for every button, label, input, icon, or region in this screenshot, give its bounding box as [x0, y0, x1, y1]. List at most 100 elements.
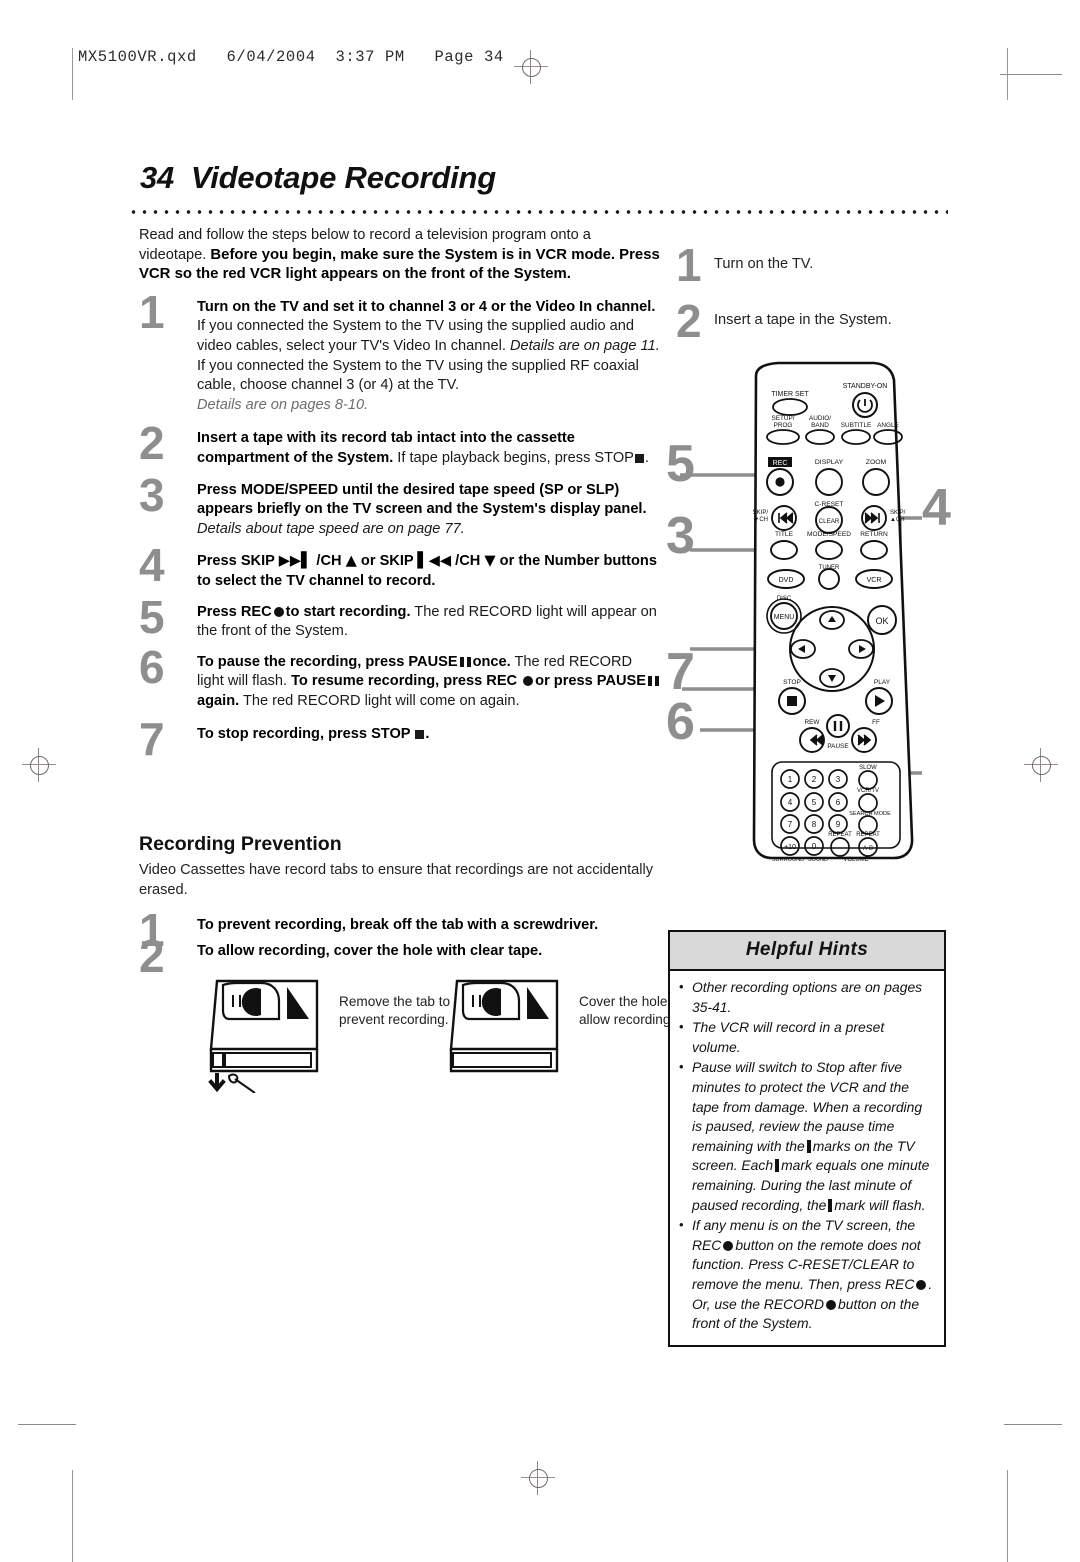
- title-dotted-rule: [128, 208, 948, 216]
- label-pause: PAUSE: [827, 743, 848, 750]
- label-tuner: TUNER: [819, 565, 840, 571]
- stop-icon: [634, 453, 644, 463]
- prevention-step-1: 1 To prevent recording, break off the ta…: [139, 907, 661, 953]
- step-4-bold-b: /CH: [316, 553, 342, 570]
- recording-prevention-body: Video Cassettes have record tabs to ensu…: [139, 862, 654, 898]
- label-timer-set: TIMER SET: [771, 391, 809, 398]
- label-prog: PROG: [774, 422, 793, 429]
- label-audio: AUDIO/: [809, 415, 831, 422]
- main-column: Read and follow the steps below to recor…: [139, 226, 683, 1094]
- skip-forward-icon: ▶▶▌: [278, 552, 313, 570]
- label-mode-speed: MODE/SPEED: [807, 531, 851, 538]
- pause-icon: [459, 656, 471, 667]
- side-column: 1 Turn on the TV. 2 Insert a tape in the…: [676, 242, 948, 356]
- label-title: TITLE: [775, 531, 794, 538]
- hint-item-4: If any menu is on the TV screen, the REC…: [678, 1215, 934, 1334]
- step-4-bold-a: Press SKIP: [197, 553, 275, 570]
- label-num-0: 0: [812, 842, 817, 851]
- step-6-bold-e: again.: [197, 692, 240, 709]
- step-1-italic: Details are on page 11.: [509, 337, 660, 354]
- remote-control-svg: STANDBY-ON TIMER SET SETUP/ PROG AUDIO/ …: [680, 361, 922, 863]
- step-1-bold: Turn on the TV and set it to channel 3 o…: [197, 298, 656, 315]
- recording-prevention-heading: Recording Prevention: [139, 833, 342, 856]
- skip-back-icon: ▌◀◀: [417, 552, 452, 570]
- step-2-text: Insert a tape with its record tab intact…: [197, 430, 649, 466]
- label-ff: FF: [872, 719, 880, 726]
- pause-icon-2: [648, 676, 659, 687]
- pause-bar-mark-icon: [806, 1139, 811, 1153]
- step-4-text: Press SKIP ▶▶▌ /CH ▲ or SKIP ▌◀◀ /CH ▼ o…: [197, 551, 661, 591]
- label-surround: SURROUND: [772, 857, 804, 863]
- manual-page: MX5100VR.qxd 6/04/2004 3:37 PM Page 34 3…: [0, 0, 1080, 1562]
- registration-mark-right: [1024, 748, 1058, 782]
- label-num-1: 1: [788, 775, 793, 784]
- step-2: 2 Insert a tape with its record tab inta…: [139, 420, 661, 468]
- rec-dot-hint-icon-2: [916, 1279, 927, 1290]
- crop-mark-bottom-left-h: [18, 1424, 76, 1425]
- step-4-bold-c: or SKIP: [360, 553, 414, 570]
- recording-prevention-section: Recording Prevention Video Cassettes hav…: [139, 833, 683, 1094]
- step-7: 7 To stop recording, press STOP .: [139, 716, 661, 762]
- channel-up-icon: ▲: [345, 552, 357, 570]
- page-title-text: Videotape Recording: [190, 160, 497, 195]
- step-7-number: 7: [139, 713, 165, 766]
- cassette-figures: Remove the tab to prevent recording. Cov…: [139, 975, 683, 1094]
- label-vcr-tv: VCR/TV: [857, 788, 879, 794]
- page-title: 34 Videotape Recording: [140, 160, 496, 196]
- hint-item-1: Other recording options are on pages 35-…: [678, 977, 934, 1017]
- label-num-4: 4: [788, 798, 793, 807]
- cassette-figure-cover-hole: [449, 980, 559, 1073]
- label-repeat: REPEAT: [828, 832, 852, 838]
- step-6-plain-b: The red RECORD light will come on again.: [239, 692, 520, 709]
- label-menu: MENU: [774, 614, 795, 621]
- pause-bar-mark-icon-3: [828, 1198, 833, 1212]
- label-slow: SLOW: [859, 765, 877, 771]
- step-5: 5 Press REC to start recording. The red R…: [139, 594, 661, 642]
- label-num-9: 9: [836, 820, 841, 829]
- label-display: DISPLAY: [815, 459, 844, 466]
- label-setup: SETUP/: [771, 415, 794, 422]
- step-1-text: Turn on the TV and set it to channel 3 o…: [197, 298, 661, 416]
- step-1-plain2: If you connected the System to the TV us…: [197, 357, 639, 394]
- step-7-text: To stop recording, press STOP .: [197, 726, 430, 743]
- hint-item-2: The VCR will record in a preset volume.: [678, 1017, 934, 1057]
- rec-dot-icon: [775, 477, 785, 487]
- prevention-step-2: 2 To allow recording, cover the hole wit…: [139, 933, 661, 979]
- channel-down-icon: ▼: [484, 552, 496, 570]
- label-band: BAND: [811, 422, 829, 429]
- side-step-1-text: Turn on the TV.: [714, 256, 814, 272]
- label-standby-on: STANDBY-ON: [843, 383, 888, 390]
- registration-mark-left: [22, 748, 56, 782]
- label-skip-up-2: ▲CH: [890, 517, 905, 523]
- step-6-number: 6: [139, 640, 165, 693]
- remote-control-diagram: STANDBY-ON TIMER SET SETUP/ PROG AUDIO/ …: [660, 358, 960, 888]
- step-6-text: To pause the recording, press PAUSE once.…: [197, 653, 661, 712]
- label-zoom: ZOOM: [866, 459, 887, 466]
- callout-4: 4: [922, 479, 951, 537]
- step-5-bold-b: to start recording.: [285, 603, 411, 620]
- step-4: 4 Press SKIP ▶▶▌ /CH ▲ or SKIP ▌◀◀ /CH ▼…: [139, 542, 661, 591]
- rec-dot-hint-icon-3: [826, 1299, 837, 1310]
- step-1-italic2: Details are on pages 8-10.: [197, 396, 369, 413]
- label-angle: ANGLE: [877, 422, 899, 429]
- label-skip-up-1: SKIP/: [890, 510, 906, 516]
- hint-item-3: Pause will switch to Stop after five min…: [678, 1057, 934, 1215]
- callout-7: 7: [666, 643, 695, 701]
- step-1: 1 Turn on the TV and set it to channel 3…: [139, 289, 661, 416]
- pause-bar-mark-icon-2: [775, 1159, 780, 1173]
- step-4-bold-d: /CH: [455, 553, 481, 570]
- label-skip-down-2: ▼CH: [753, 517, 768, 523]
- label-ok: OK: [875, 616, 888, 626]
- label-sound: SOUND: [808, 857, 828, 863]
- label-stop: STOP: [783, 679, 801, 686]
- label-num-3: 3: [836, 775, 841, 784]
- prevention-step-2-number: 2: [139, 929, 165, 982]
- step-3-italic: Details about tape speed are on page 77.: [197, 520, 465, 537]
- label-vcr: VCR: [867, 577, 882, 584]
- label-num-5: 5: [812, 798, 817, 807]
- crop-mark-left-top: [72, 48, 73, 100]
- label-clear: CLEAR: [819, 518, 840, 525]
- step-3-number: 3: [139, 468, 165, 521]
- crop-mark-bottom-right-h: [1004, 1424, 1062, 1425]
- label-num-8: 8: [812, 820, 817, 829]
